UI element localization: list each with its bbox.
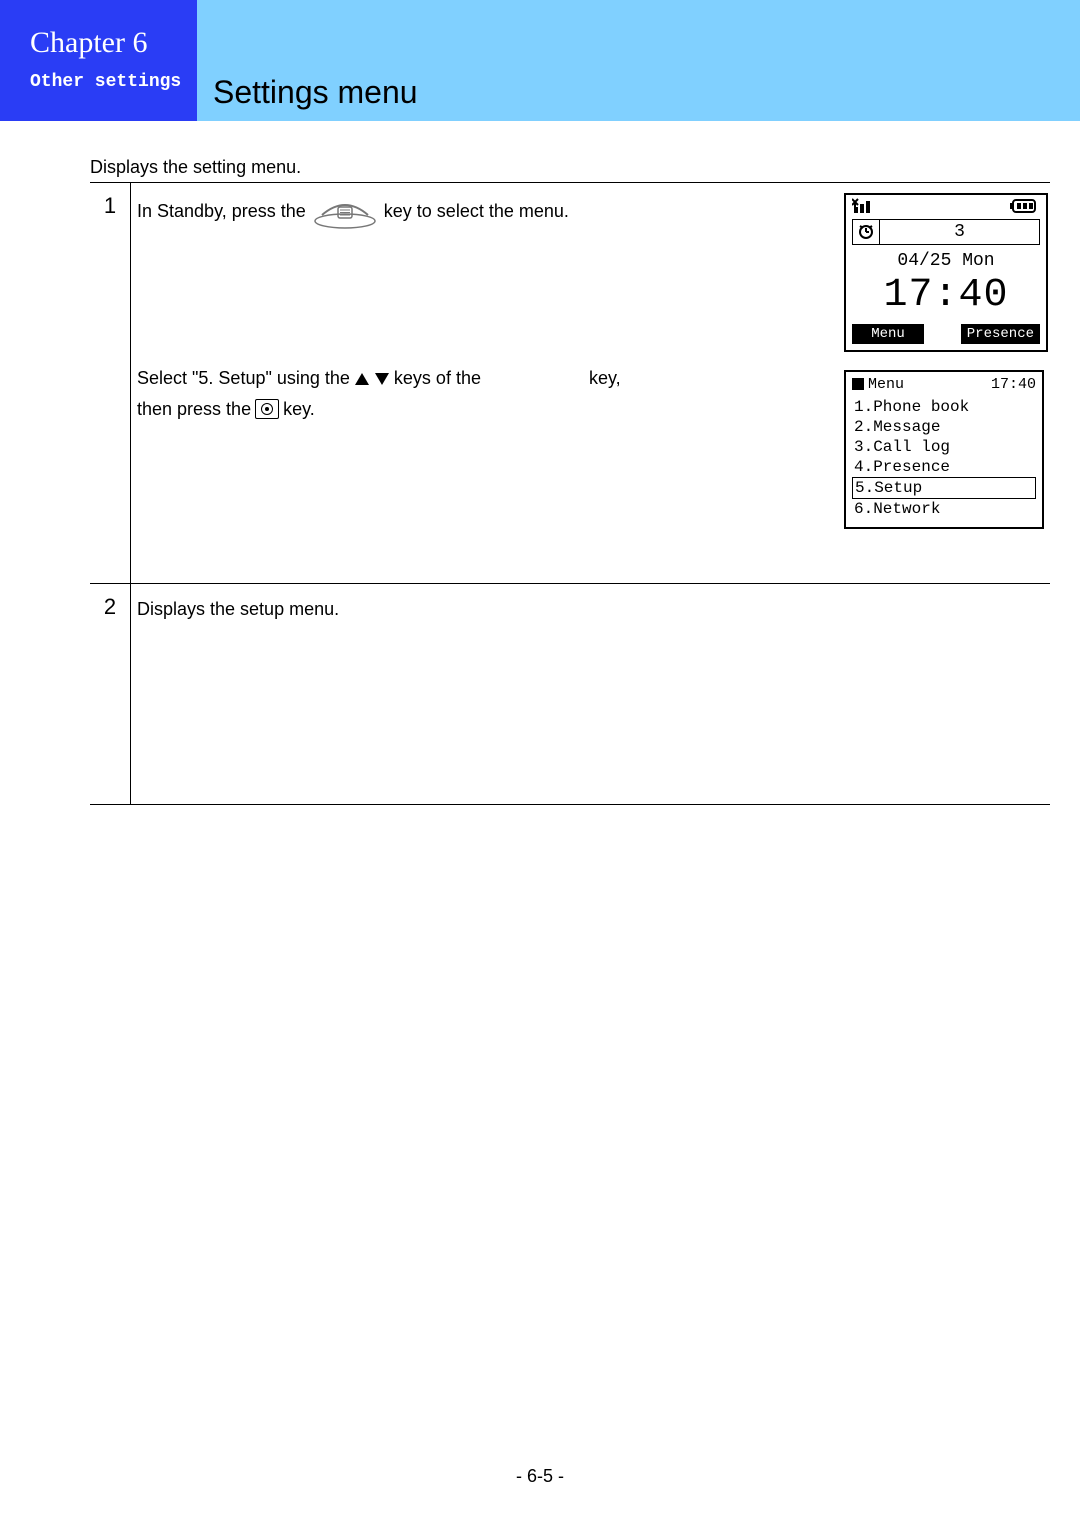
step-number: 2 bbox=[90, 584, 131, 805]
softkey-row: Menu Presence bbox=[846, 324, 1046, 350]
standby-time: 17:40 bbox=[846, 273, 1046, 318]
chapter-subtitle: Other settings bbox=[30, 72, 185, 92]
menu-title: Menu bbox=[868, 376, 904, 393]
text: Displays the setup menu. bbox=[137, 599, 339, 619]
text: then press the bbox=[137, 394, 251, 425]
softkey-menu: Menu bbox=[852, 324, 924, 344]
menu-item: 1.Phone book bbox=[852, 397, 1036, 417]
signal-icon bbox=[852, 197, 884, 215]
menu-item: 5.Setup bbox=[852, 477, 1036, 499]
step-number: 1 bbox=[90, 183, 131, 584]
text: key. bbox=[283, 394, 315, 425]
text: key, bbox=[589, 363, 621, 394]
ok-key-icon bbox=[255, 399, 279, 419]
menu-screen: Menu 17:40 1.Phone book2.Message3.Call l… bbox=[844, 370, 1044, 529]
intro-text: Displays the setting menu. bbox=[90, 157, 1050, 178]
header-left: Chapter 6 Other settings bbox=[0, 0, 197, 121]
chapter-label: Chapter 6 bbox=[30, 26, 185, 60]
text: Select "5. Setup" using the bbox=[137, 363, 350, 394]
step-instructions: Displays the setup menu. bbox=[137, 594, 1044, 625]
menu-indicator-icon bbox=[852, 378, 864, 390]
menu-item: 6.Network bbox=[852, 499, 1036, 519]
menu-items: 1.Phone book2.Message3.Call log4.Presenc… bbox=[852, 397, 1036, 519]
step-row: 2 Displays the setup menu. bbox=[90, 584, 1050, 805]
softkey-presence: Presence bbox=[961, 324, 1040, 344]
status-row: 3 bbox=[852, 219, 1040, 245]
text: keys of the bbox=[394, 363, 481, 394]
step-body: In Standby, press the bbox=[131, 183, 1051, 584]
step-instructions: In Standby, press the bbox=[137, 193, 826, 448]
device-screens: 3 04/25 Mon 17:40 Menu Presence bbox=[844, 193, 1044, 529]
steps-table: 1 In Standby, press the bbox=[90, 182, 1050, 805]
standby-date: 04/25 Mon bbox=[846, 251, 1046, 271]
menu-item: 2.Message bbox=[852, 417, 1036, 437]
page-header: Chapter 6 Other settings Settings menu bbox=[0, 0, 1080, 121]
page: Chapter 6 Other settings Settings menu D… bbox=[0, 0, 1080, 1527]
text: In Standby, press the bbox=[137, 196, 306, 227]
step-body: Displays the setup menu. bbox=[131, 584, 1051, 805]
page-footer: - 6-5 - bbox=[0, 1466, 1080, 1487]
menu-time: 17:40 bbox=[991, 376, 1036, 393]
standby-screen: 3 04/25 Mon 17:40 Menu Presence bbox=[844, 193, 1048, 352]
up-arrow-icon bbox=[354, 363, 370, 394]
menu-header: Menu 17:40 bbox=[852, 376, 1036, 393]
count-value: 3 bbox=[880, 220, 1039, 244]
menu-item: 3.Call log bbox=[852, 437, 1036, 457]
step-row: 1 In Standby, press the bbox=[90, 183, 1050, 584]
menu-item: 4.Presence bbox=[852, 457, 1036, 477]
header-right: Settings menu bbox=[197, 0, 1080, 121]
text: key to select the menu. bbox=[384, 196, 569, 227]
status-bar bbox=[846, 195, 1046, 217]
battery-icon bbox=[1010, 198, 1040, 214]
alarm-icon bbox=[853, 220, 880, 244]
content: Displays the setting menu. 1 In Standby,… bbox=[0, 121, 1080, 805]
phone-key-icon bbox=[310, 193, 380, 229]
page-title: Settings menu bbox=[213, 74, 418, 111]
down-arrow-icon bbox=[374, 363, 390, 394]
